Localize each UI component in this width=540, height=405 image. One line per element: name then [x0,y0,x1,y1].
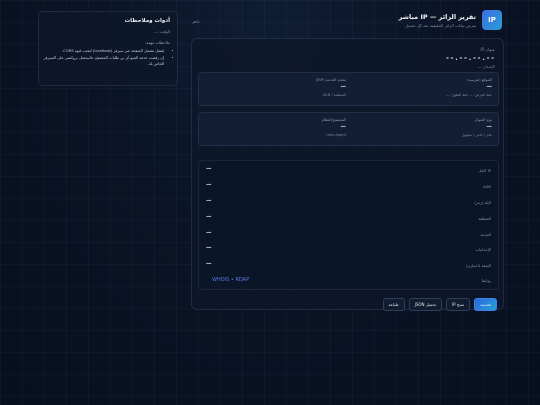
location-value: — [486,84,493,90]
table-row: الإحداثيات — [206,243,491,258]
whois-link[interactable]: WHOIS [212,277,229,283]
row-value: — [206,245,212,251]
download-json-button[interactable]: تحميل JSON [408,298,443,311]
ip-section: عنوان IP --.--.--.-- الإصدار: — [445,47,495,69]
main-panel: IP تقرير الزائر — IP مباشر يعرض بيانات ا… [191,8,504,311]
address-type-field: نوع العنوان — عام / خاص / مجهول [462,117,493,137]
table-row: IP كامل — [206,164,491,179]
notes-list: يُفضل تشغيل الصفحة عبر سيرفر (localhost)… [40,48,170,68]
action-bar: تحديث نسخ IP تحميل JSON طباعة [382,298,497,311]
table-row: المنفذ (اختياري) — [206,259,491,274]
table-row: البلد (رمز) — [206,196,491,211]
ip-label: عنوان IP [480,47,495,52]
header: IP تقرير الزائر — IP مباشر يعرض بيانات ا… [191,10,502,34]
location-field: الموقع (تقريبية) — خط العرض: — خط الطول:… [446,77,492,97]
browser-value: — [340,124,347,130]
ip-value: --.--.--.-- [445,54,495,62]
row-label: IP كامل [478,168,491,173]
list-item: إن رفضت خدمة الجيو-آي بي طلبات المتصفح، … [40,55,164,67]
user-agent-hint: User-Agent [326,133,346,137]
details-table: IP كامل — ASN — البلد (رمز) — المنطقة — … [198,160,499,290]
row-value: — [206,261,212,267]
current-time: الوقت: — [154,29,170,34]
notes-panel: أدوات وملاحظات الوقت: — ملاحظات مهمة: يُ… [38,11,178,86]
notes-subtitle: ملاحظات مهمة: [145,40,170,45]
row-label: المنفذ (اختياري) [465,263,491,268]
ip-logo-icon: IP [482,10,502,30]
links-label: روابط [481,278,491,283]
notes-title: أدوات وملاحظات [124,18,170,24]
table-row: المنطقة — [206,212,491,227]
row-value: — [206,230,212,236]
address-type-hint: عام / خاص / مجهول [461,133,493,137]
refresh-button[interactable]: تحديث [474,298,497,311]
report-card: عنوان IP --.--.--.-- الإصدار: — الموقع (… [191,38,504,311]
row-value: — [206,198,212,204]
address-type-value: — [486,124,493,130]
page-subtitle: يعرض بيانات الزائر الحقيقية عند كل تحميل [405,23,476,28]
list-item: يُفضل تشغيل الصفحة عبر سيرفر (localhost)… [40,48,164,54]
address-type-label: نوع العنوان [474,117,493,122]
table-row: المدينة — [206,228,491,243]
row-value: — [206,214,212,220]
coordinates-hint: خط العرض: — خط الطول: — [445,93,492,97]
browser-field: المتصفح/النظام — User-Agent [322,117,346,137]
links-row: روابط WHOIS • RDAP [206,274,491,289]
geo-isp-box: الموقع (تقريبية) — خط العرض: — خط الطول:… [198,72,499,106]
isp-hint: المنظمة / ASN [322,93,346,97]
page-title: تقرير الزائر — IP مباشر [398,13,476,21]
row-label: المنطقة [478,216,491,221]
link-separator: • [230,277,234,283]
browser-label: المتصفح/النظام [321,117,346,122]
row-label: البلد (رمز) [474,200,491,205]
rdap-link[interactable]: RDAP [235,277,249,283]
copy-ip-button[interactable]: نسخ IP [446,298,471,311]
links-group: WHOIS • RDAP [212,277,249,283]
row-value: — [206,166,212,172]
location-label: الموقع (تقريبية) [467,77,492,82]
row-value: — [206,182,212,188]
isp-label: مقدم الخدمة (ISP) [315,77,346,82]
row-label: الإحداثيات [475,247,491,252]
isp-value: — [340,84,347,90]
row-label: ASN [483,184,491,189]
table-row: ASN — [206,180,491,195]
status-text: جاهز [192,19,201,24]
row-label: المدينة [480,232,491,237]
print-button[interactable]: طباعة [382,298,405,311]
ip-version: الإصدار: — [477,64,495,69]
isp-field: مقدم الخدمة (ISP) — المنظمة / ASN [316,77,346,97]
type-browser-box: نوع العنوان — عام / خاص / مجهول المتصفح/… [198,112,499,146]
